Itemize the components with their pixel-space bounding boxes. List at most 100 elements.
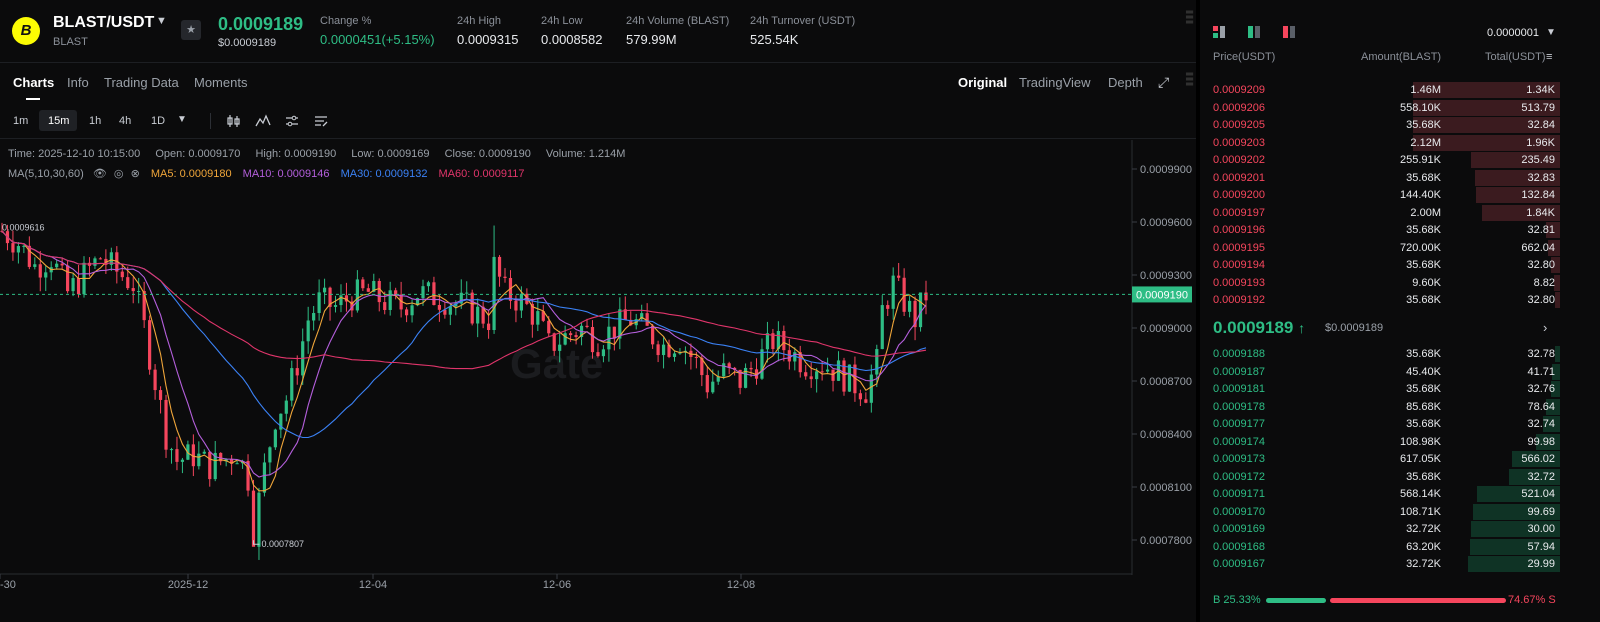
bid-row[interactable]: 0.0009173 617.05K 566.02 [1200,451,1560,468]
candle-down [514,300,518,311]
ask-row[interactable]: 0.0009205 35.68K 32.84 [1200,117,1560,134]
ask-price: 0.0009209 [1213,84,1265,96]
bid-price: 0.0009169 [1213,523,1265,535]
candle-type-icon[interactable] [226,113,242,129]
candle-down [694,356,698,358]
candle-down [148,320,152,370]
chevron-right-icon[interactable]: › [1543,320,1547,335]
menu-icon[interactable]: ≡ [1546,51,1552,63]
grip-icon[interactable]: ═ ═ ═ [1186,70,1194,90]
candle-down [487,323,491,331]
bid-row[interactable]: 0.0009177 35.68K 32.74 [1200,416,1560,433]
bid-row[interactable]: 0.0009168 63.20K 57.94 [1200,538,1560,556]
bid-row[interactable]: 0.0009167 32.72K 29.99 [1200,556,1560,573]
bid-total: 99.98 [1527,435,1555,448]
candle-up [235,463,239,465]
candle-down [820,371,824,373]
ask-row[interactable]: 0.0009196 35.68K 32.81 [1200,222,1560,239]
candle-down [842,360,846,392]
sell-ratio-bar [1330,598,1506,603]
candle-up [322,287,327,293]
bid-total: 32.76 [1527,383,1555,395]
ask-amount: 2.12M [1410,136,1441,149]
bid-row[interactable]: 0.0009169 32.72K 30.00 [1200,521,1560,538]
candle-up [202,451,206,454]
candle-down [902,277,906,312]
candle-up [536,311,540,325]
candle-up [137,291,141,293]
chevron-down-icon[interactable]: ▼ [1546,27,1556,38]
book-bids-icon[interactable] [1247,25,1261,39]
ask-row[interactable]: 0.0009202 255.91K 235.49 [1200,152,1560,169]
indicator-icon[interactable] [255,113,271,129]
mid-price-usd: $0.0009189 [1325,322,1384,334]
bid-row[interactable]: 0.0009188 35.68K 32.78 [1200,346,1560,363]
bid-row[interactable]: 0.0009181 35.68K 32.76 [1200,381,1560,398]
tab-moments[interactable]: Moments [194,75,247,90]
y-tick-label: 0.0007800 [1140,535,1192,547]
grip-icon[interactable]: ═ ═ ═ [1186,8,1194,28]
settings-sliders-icon[interactable] [284,113,300,129]
ask-row[interactable]: 0.0009201 35.68K 32.83 [1200,169,1560,187]
candle-up [257,492,261,547]
bid-price: 0.0009177 [1213,418,1265,430]
interval-dropdown-icon[interactable]: ▼ [177,114,187,128]
bid-row[interactable]: 0.0009187 45.40K 41.71 [1200,363,1560,381]
expand-icon[interactable]: ⤢ [1158,74,1169,91]
bid-row[interactable]: 0.0009171 568.14K 521.04 [1200,486,1560,503]
tab-trading-data[interactable]: Trading Data [104,75,179,90]
candle-up [907,300,912,312]
tab-tradingview[interactable]: TradingView [1019,75,1091,90]
book-asks-icon[interactable] [1282,25,1296,39]
interval-1d[interactable]: 1D [151,115,165,129]
ask-row[interactable]: 0.0009193 9.60K 8.82 [1200,274,1560,292]
ask-row[interactable]: 0.0009206 558.10K 513.79 [1200,99,1560,117]
candle-up [607,326,611,350]
interval-15m[interactable]: 15m [48,115,69,129]
pair-selector[interactable]: BLAST/USDT [53,14,154,32]
ask-row[interactable]: 0.0009197 2.00M 1.84K [1200,204,1560,222]
bid-price: 0.0009167 [1213,558,1265,570]
ask-price: 0.0009202 [1213,154,1265,166]
tab-original[interactable]: Original [958,75,1007,90]
ask-total: 235.49 [1521,154,1555,166]
bid-row[interactable]: 0.0009170 108.71K 99.69 [1200,503,1560,521]
ask-row[interactable]: 0.0009200 144.40K 132.84 [1200,187,1560,204]
bid-row[interactable]: 0.0009178 85.68K 78.64 [1200,398,1560,416]
ask-row[interactable]: 0.0009195 720.00K 662.04 [1200,239,1560,257]
ask-row[interactable]: 0.0009203 2.12M 1.96K [1200,134,1560,152]
interval-1m[interactable]: 1m [13,115,28,129]
blast-logo-icon: B [12,17,40,45]
precision-select[interactable]: 0.0000001 [1487,27,1539,39]
candle-down [596,352,600,357]
book-both-icon[interactable] [1212,25,1226,39]
draw-tools-icon[interactable] [313,113,329,129]
y-tick-label: 0.0008400 [1140,429,1192,441]
bid-price: 0.0009172 [1213,470,1265,483]
interval-1h[interactable]: 1h [89,115,101,129]
candle-up [661,344,666,356]
tab-info[interactable]: Info [67,75,89,90]
bid-row[interactable]: 0.0009174 108.98K 99.98 [1200,433,1560,451]
candle-up [93,258,97,266]
candle-up [765,333,770,350]
tab-charts[interactable]: Charts [13,75,54,90]
ask-row[interactable]: 0.0009194 35.68K 32.80 [1200,257,1560,274]
tab-depth[interactable]: Depth [1108,75,1143,90]
favorite-star-icon[interactable]: ★ [181,20,201,40]
candle-down [656,344,660,356]
x-tick-label: -30 [0,579,16,591]
bid-row[interactable]: 0.0009172 35.68K 32.72 [1200,468,1560,486]
interval-4h[interactable]: 4h [119,115,131,129]
bid-amount: 108.71K [1400,505,1441,518]
ask-price: 0.0009195 [1213,241,1265,254]
ask-row[interactable]: 0.0009209 1.46M 1.34K [1200,82,1560,99]
bid-amount: 35.68K [1406,383,1441,395]
ask-total: 1.96K [1526,136,1555,149]
candle-down [251,490,256,547]
bid-total: 566.02 [1521,453,1555,465]
ask-row[interactable]: 0.0009192 35.68K 32.80 [1200,292,1560,309]
chevron-down-icon[interactable]: ▼ [156,15,167,27]
candlestick-chart[interactable]: Gate0.00099000.00096000.00093000.0009000… [0,140,1196,600]
buy-ratio-bar [1266,598,1326,603]
